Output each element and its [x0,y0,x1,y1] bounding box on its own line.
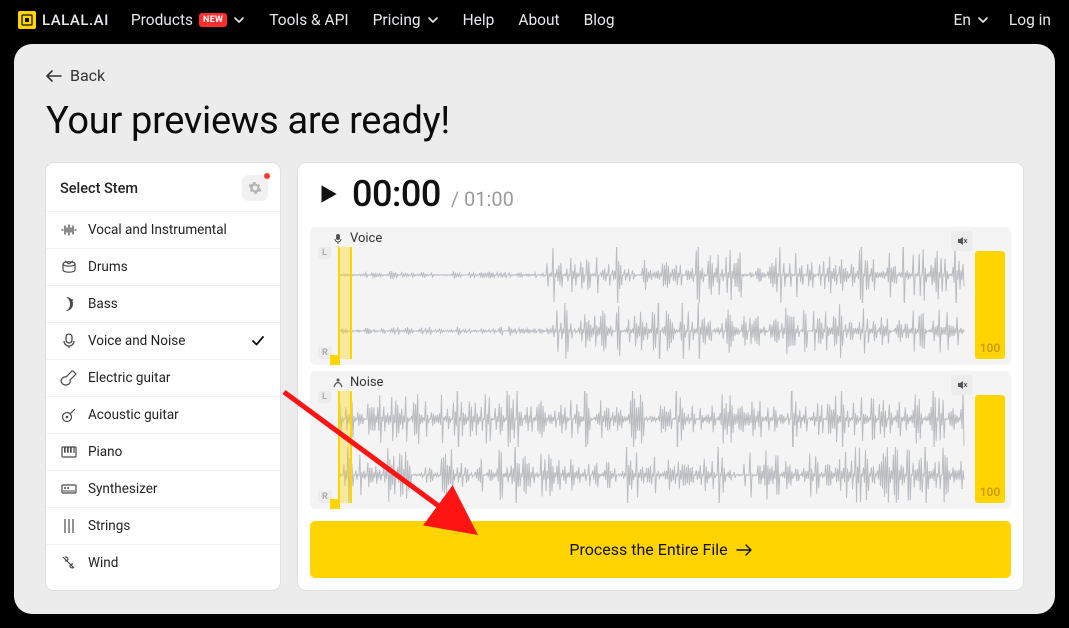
process-button[interactable]: Process the Entire File [310,521,1011,578]
speaker-icon [956,379,968,391]
stem-wind[interactable]: Wind [46,544,280,581]
page-title: Your previews are ready! [46,99,1023,143]
stem-label: Voice and Noise [88,333,240,349]
electric-guitar-icon [60,369,78,387]
nav-tools[interactable]: Tools & API [269,11,348,29]
sidebar-head: Select Stem [46,163,280,211]
stem-synthesizer[interactable]: Synthesizer [46,470,280,507]
piano-icon [60,443,78,461]
playhead-handle[interactable] [330,355,340,365]
nav-pricing[interactable]: Pricing [373,11,439,29]
arrow-left-icon [46,70,62,82]
player-bar: 00:00 / 01:00 [310,173,1011,221]
volume-bar[interactable]: 100 [975,251,1005,359]
drums-icon [60,258,78,276]
stem-electric-guitar[interactable]: Electric guitar [46,359,280,396]
workarea: Select Stem Vocal and Instrumental Drums B… [46,163,1023,590]
nav-lang[interactable]: En [954,11,989,29]
track-voice: Voice 100 LR [310,227,1011,365]
back-button[interactable]: Back [46,66,1023,85]
nav-blog[interactable]: Blog [584,11,615,29]
noise-icon [332,377,344,389]
stem-label: Strings [88,518,266,534]
gear-icon [248,181,262,195]
volume-value: 100 [980,341,1001,359]
nav-about[interactable]: About [518,11,559,29]
playhead-handle[interactable] [330,499,340,509]
stem-label: Drums [88,259,266,275]
stem-acoustic-guitar[interactable]: Acoustic guitar [46,396,280,433]
brand-text: LALAL.AI [42,11,109,29]
stem-label: Electric guitar [88,370,266,386]
time-current: 00:00 [352,173,441,215]
settings-button[interactable] [242,175,268,201]
volume-bar[interactable]: 100 [975,395,1005,503]
play-icon [315,181,341,207]
waveform[interactable]: LR [338,247,965,359]
synthesizer-icon [60,480,78,498]
track-label: Voice [332,231,382,246]
channel-L: L [318,247,331,259]
speaker-icon [956,235,968,247]
wind-icon [60,554,78,572]
mute-button[interactable] [951,375,973,395]
stem-drums[interactable]: Drums [46,248,280,285]
stem-piano[interactable]: Piano [46,433,280,470]
stem-strings[interactable]: Strings [46,507,280,544]
nav-products[interactable]: Products NEW [131,11,245,29]
chevron-down-icon [427,14,439,26]
stem-label: Piano [88,444,266,460]
nav-login[interactable]: Log in [1009,11,1051,29]
track-label: Noise [332,375,383,390]
volume-value: 100 [980,485,1001,503]
stem-list: Vocal and Instrumental Drums Bass Voice and… [46,211,280,581]
brand-icon [18,11,36,29]
channel-L: L [318,391,331,403]
check-icon [250,333,266,349]
strings-icon [60,517,78,535]
stem-label: Bass [88,296,266,312]
brand[interactable]: LALAL.AI [18,11,109,29]
stem-bass[interactable]: Bass [46,285,280,322]
track-noise: Noise 100 LR [310,371,1011,509]
page: Back Your previews are ready! Select Ste… [14,44,1055,614]
sidebar-heading: Select Stem [60,180,138,197]
play-button[interactable] [314,180,342,208]
voice-noise-icon [60,332,78,350]
stem-label: Synthesizer [88,481,266,497]
sidebar: Select Stem Vocal and Instrumental Drums B… [46,163,280,590]
playhead[interactable] [338,247,352,359]
nav: Products NEW Tools & API Pricing Help Ab… [131,11,615,29]
waveform[interactable]: LR [338,391,965,503]
main-panel: 00:00 / 01:00 Voice100LRNoise100LR Proce… [298,163,1023,590]
stem-label: Wind [88,555,266,571]
stem-vocal-instrumental[interactable]: Vocal and Instrumental [46,211,280,248]
playhead[interactable] [338,391,352,503]
nav-help[interactable]: Help [463,11,495,29]
stem-voice-noise[interactable]: Voice and Noise [46,322,280,359]
chevron-down-icon [977,14,989,26]
tracks: Voice100LRNoise100LR [310,221,1011,509]
arrow-right-icon [736,544,752,556]
badge-new: NEW [199,13,227,27]
mic-icon [332,233,344,245]
stem-label: Acoustic guitar [88,407,266,423]
chevron-down-icon [233,14,245,26]
bass-icon [60,295,78,313]
vocal-instrumental-icon [60,221,78,239]
mute-button[interactable] [951,231,973,251]
stem-label: Vocal and Instrumental [88,222,266,238]
acoustic-guitar-icon [60,406,78,424]
topbar: LALAL.AI Products NEW Tools & API Pricin… [0,0,1069,40]
time-total: / 01:00 [451,187,514,211]
